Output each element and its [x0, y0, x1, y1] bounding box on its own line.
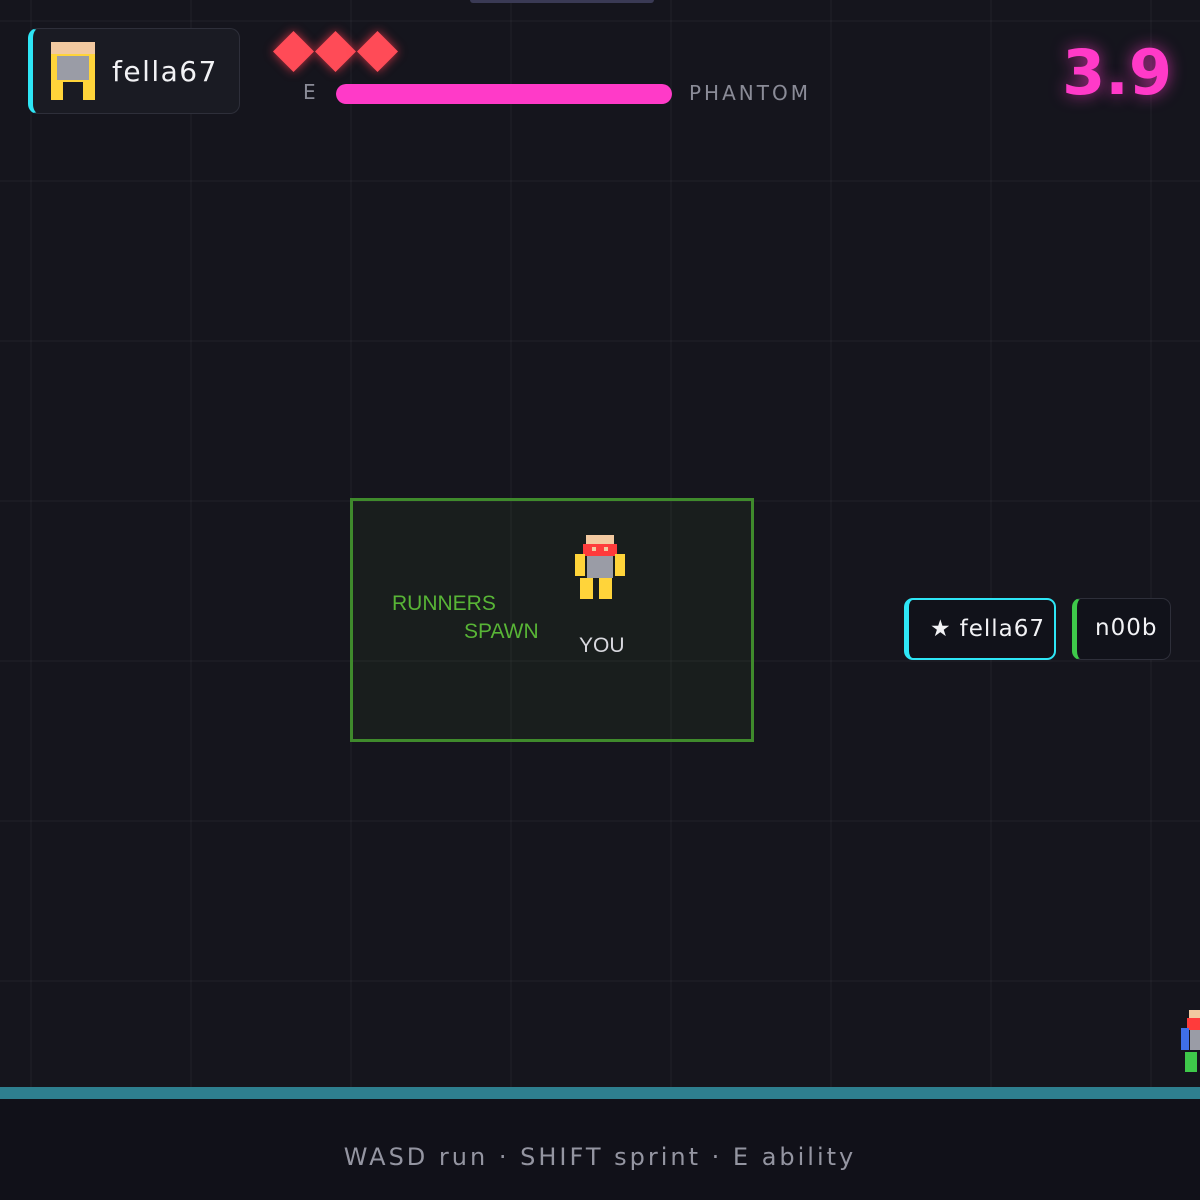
- ability-name: PHANTOM: [689, 81, 811, 105]
- floor-line: [0, 1087, 1200, 1099]
- star-icon: ★: [930, 616, 952, 642]
- player-character-sprite: [575, 535, 625, 599]
- spawn-label-spawn: SPAWN: [464, 620, 539, 643]
- ability-charge-fill: [336, 84, 672, 104]
- life-heart-icon: [314, 30, 357, 73]
- ability-charge-bar: [336, 84, 672, 104]
- roster-player-name: fella67: [959, 616, 1046, 642]
- roster-card-opponent: n00b: [1072, 598, 1171, 660]
- top-edge-tab: [470, 0, 654, 3]
- player-name: fella67: [112, 55, 218, 88]
- life-heart-icon: [356, 30, 399, 73]
- player-card: fella67: [28, 28, 240, 114]
- lives-indicator: [272, 30, 402, 76]
- ability-key-label: E: [303, 80, 317, 104]
- player-avatar-icon: [51, 42, 95, 100]
- round-timer: 3.9: [1062, 36, 1172, 109]
- controls-hint: WASD run · SHIFT sprint · E ability: [343, 1143, 857, 1171]
- game-stage[interactable]: fella67 E PHANTOM 3.9 RUNNERS SPAWN YOU …: [0, 0, 1200, 1200]
- spawn-label-runners: RUNNERS: [392, 592, 496, 615]
- roster-player-name: n00b: [1095, 615, 1158, 641]
- runners-spawn-zone: [350, 498, 754, 742]
- roster-card-self: ★ fella67: [904, 598, 1056, 660]
- life-heart-icon: [272, 30, 315, 73]
- other-runner-sprite: [1181, 1010, 1200, 1072]
- player-tag-you: YOU: [579, 634, 625, 657]
